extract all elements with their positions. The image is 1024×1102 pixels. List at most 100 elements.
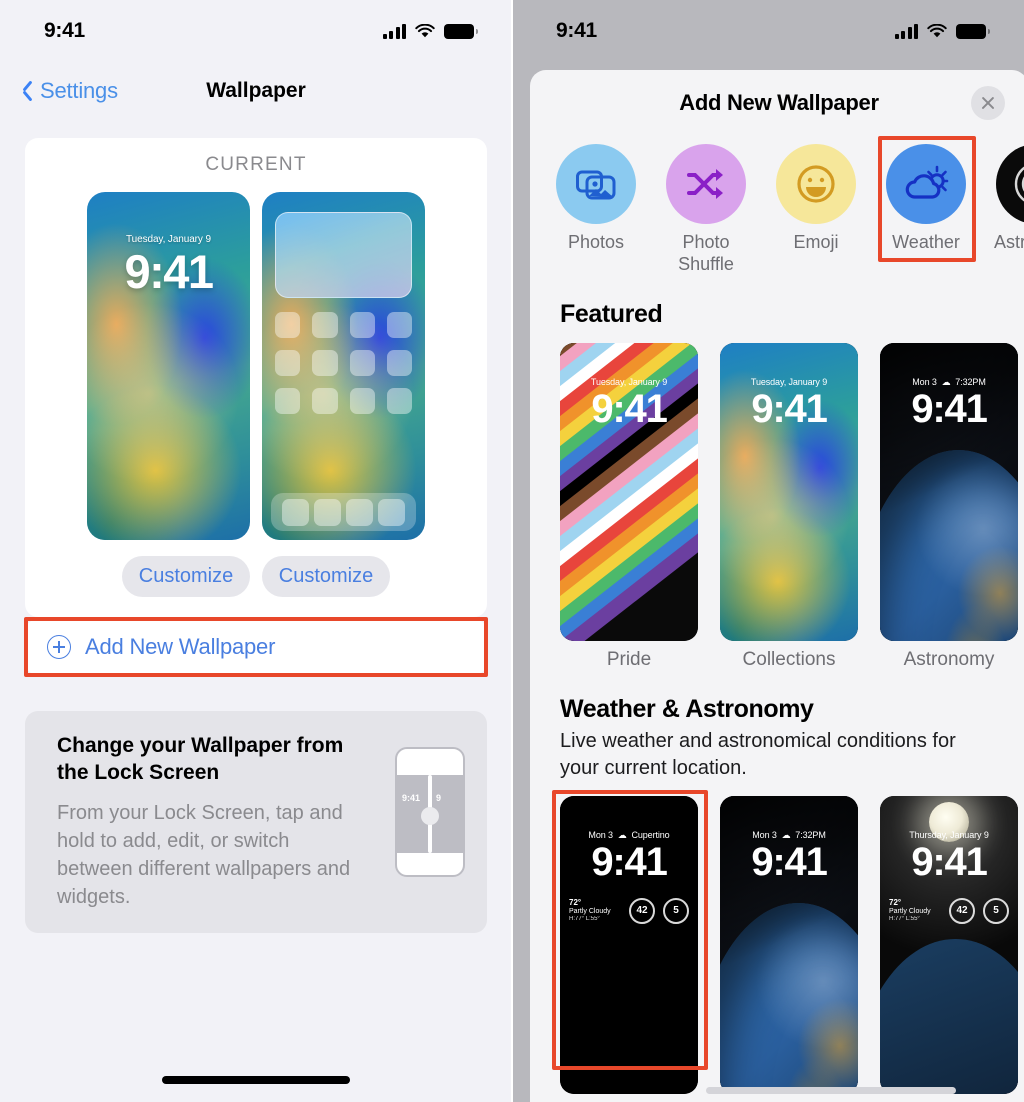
thumb-date: Tuesday, January 9 xyxy=(590,376,668,387)
thumb-label: Collections xyxy=(742,648,836,670)
app-icon xyxy=(386,350,412,376)
thumb-date-text: Mon 3 xyxy=(912,376,937,387)
category-emoji[interactable]: Emoji xyxy=(774,144,858,276)
wa-item-moon[interactable]: Thursday, January 9 9:41 72° Partly Clou… xyxy=(880,795,1018,1094)
tip-body: From your Lock Screen, tap and hold to a… xyxy=(57,801,351,908)
category-photo-shuffle[interactable]: Photo Shuffle xyxy=(664,144,748,276)
wifi-icon xyxy=(927,23,947,39)
home-app-grid xyxy=(275,312,412,414)
lock-screen-widgets: 72° Partly Cloudy H:77° L:55° 42 5 xyxy=(889,898,1009,924)
phone-time-primary: 9:41 xyxy=(402,793,421,803)
chevron-left-icon xyxy=(22,80,35,102)
featured-section-title: Featured xyxy=(560,299,663,328)
plus-circle-icon xyxy=(47,635,71,659)
wa-item-earth[interactable]: Mon 3 ☁ 7:32PM 9:41 xyxy=(720,795,858,1094)
app-icon xyxy=(349,312,375,338)
close-sheet-button[interactable] xyxy=(971,86,1005,120)
wa-item-weather[interactable]: Mon 3 ☁ Cupertino 9:41 72° Partly Cloudy… xyxy=(552,789,708,1094)
weather-astronomy-subtitle: Live weather and astronomical conditions… xyxy=(560,729,956,779)
featured-item-pride[interactable]: Tuesday, January 9 9:41 Pride xyxy=(560,342,698,671)
lock-screen-widgets: 72° Partly Cloudy H:77° L:55° 42 5 xyxy=(569,898,689,924)
gauge-widget-aqi: 42 xyxy=(629,897,655,924)
left-panel-wallpaper-settings: 9:41 Settings Wallpaper CURRENT Tuesday,… xyxy=(0,0,512,1102)
current-section-header: CURRENT xyxy=(205,154,307,175)
weather-widget: 72° Partly Cloudy H:77° L:55° xyxy=(569,898,611,924)
close-icon xyxy=(980,95,996,111)
back-to-settings-button[interactable]: Settings xyxy=(22,78,118,104)
wifi-icon xyxy=(415,23,435,39)
widget-condition: Partly Cloudy xyxy=(569,907,611,915)
gauge-widget-uv: 5 xyxy=(983,897,1009,924)
app-icon xyxy=(386,312,412,338)
app-icon xyxy=(386,388,412,414)
app-icon xyxy=(349,350,375,376)
featured-thumbnail-row: Tuesday, January 9 9:41 Pride Tuesday, J… xyxy=(530,329,1024,671)
category-photos[interactable]: Photos xyxy=(554,144,638,276)
photos-icon xyxy=(556,144,636,224)
category-weather[interactable]: Weather xyxy=(878,136,976,276)
app-icon xyxy=(275,312,301,338)
widget-high-low: H:77° L:55° xyxy=(569,916,600,923)
home-widget-placeholder xyxy=(275,212,412,298)
home-indicator xyxy=(162,1076,350,1084)
lock-screen-tip-card: Change your Wallpaper from the Lock Scre… xyxy=(25,711,487,933)
cellular-bars-icon xyxy=(382,23,406,39)
weather-widget: 72° Partly Cloudy H:77° L:55° xyxy=(889,898,931,924)
thumb-date-text: Mon 3 xyxy=(752,829,777,840)
featured-item-astronomy[interactable]: Mon 3 ☁ 7:32PM 9:41 Astronomy xyxy=(880,342,1018,671)
status-bar-icons xyxy=(894,23,990,39)
app-icon xyxy=(312,350,338,376)
wallpaper-thumbnail: Mon 3 ☁ 7:32PM 9:41 xyxy=(720,795,858,1094)
app-icon xyxy=(349,388,375,414)
current-wallpaper-card: CURRENT Tuesday, January 9 9:41 Customiz… xyxy=(25,138,487,617)
gauge-widget-uv: 5 xyxy=(663,897,689,924)
status-bar-icons xyxy=(382,23,478,39)
panel-divider xyxy=(511,0,513,1102)
tip-phone-illustration: 9:41 9 xyxy=(395,747,465,877)
app-icon xyxy=(275,388,301,414)
customize-lock-button[interactable]: Customize xyxy=(122,556,250,597)
thumb-time: 9:41 xyxy=(911,839,987,884)
right-panel-add-wallpaper-sheet: 9:41 Add New Wallpaper Photos Photo Shuf… xyxy=(512,0,1024,1102)
category-astronomy[interactable]: Astronomy xyxy=(994,144,1024,276)
featured-item-collections[interactable]: Tuesday, January 9 9:41 Collections xyxy=(720,342,858,671)
thumb-meta-text: 7:32PM xyxy=(955,376,986,387)
home-screen-preview[interactable] xyxy=(262,192,425,540)
phone-time-secondary: 9 xyxy=(436,793,442,803)
wallpaper-thumbnail: Tuesday, January 9 9:41 xyxy=(720,342,858,641)
add-new-wallpaper-wrap: Add New Wallpaper xyxy=(24,617,488,677)
wallpaper-category-row: Photos Photo Shuffle Emoji Weather Astr xyxy=(530,136,1024,276)
add-new-wallpaper-label: Add New Wallpaper xyxy=(85,634,276,659)
wallpaper-thumbnail: Mon 3 ☁ 7:32PM 9:41 xyxy=(880,342,1018,641)
gauge-widget-aqi: 42 xyxy=(949,897,975,924)
earth-horizon xyxy=(880,938,1018,1094)
cellular-bars-icon xyxy=(894,23,918,39)
thumb-meta-text: Cupertino xyxy=(631,829,670,840)
battery-icon xyxy=(444,23,478,39)
weather-astronomy-section-title: Weather & Astronomy xyxy=(560,694,814,723)
thumb-time: 9:41 xyxy=(591,386,667,431)
phone-drag-dot xyxy=(421,807,439,825)
add-new-wallpaper-sheet: Add New Wallpaper Photos Photo Shuffle E… xyxy=(530,70,1024,1102)
category-label: Photos xyxy=(567,232,625,252)
app-icon xyxy=(312,312,338,338)
sheet-header: Add New Wallpaper xyxy=(530,70,1024,136)
horizontal-scrollbar[interactable] xyxy=(706,1087,956,1094)
sheet-title: Add New Wallpaper xyxy=(679,90,879,115)
customize-buttons-row: Customize Customize xyxy=(25,556,487,597)
home-dock xyxy=(271,493,416,531)
dock-app-icon xyxy=(378,498,406,526)
wallpaper-thumbnail: Mon 3 ☁ Cupertino 9:41 72° Partly Cloudy… xyxy=(560,795,698,1094)
add-new-wallpaper-row[interactable]: Add New Wallpaper xyxy=(25,619,487,675)
widget-high-low: H:77° L:55° xyxy=(889,916,920,923)
widget-condition: Partly Cloudy xyxy=(889,907,931,915)
customize-home-button[interactable]: Customize xyxy=(262,556,390,597)
dock-app-icon xyxy=(313,498,341,526)
lock-screen-preview[interactable]: Tuesday, January 9 9:41 xyxy=(87,192,250,540)
category-label: Photo Shuffle xyxy=(678,232,734,274)
wallpaper-previews: Tuesday, January 9 9:41 xyxy=(25,192,487,540)
widget-temperature: 72° xyxy=(569,897,582,907)
thumb-meta-text: 7:32PM xyxy=(795,829,826,840)
widget-temperature: 72° xyxy=(889,897,902,907)
gauge-widgets: 42 5 xyxy=(949,897,1009,924)
